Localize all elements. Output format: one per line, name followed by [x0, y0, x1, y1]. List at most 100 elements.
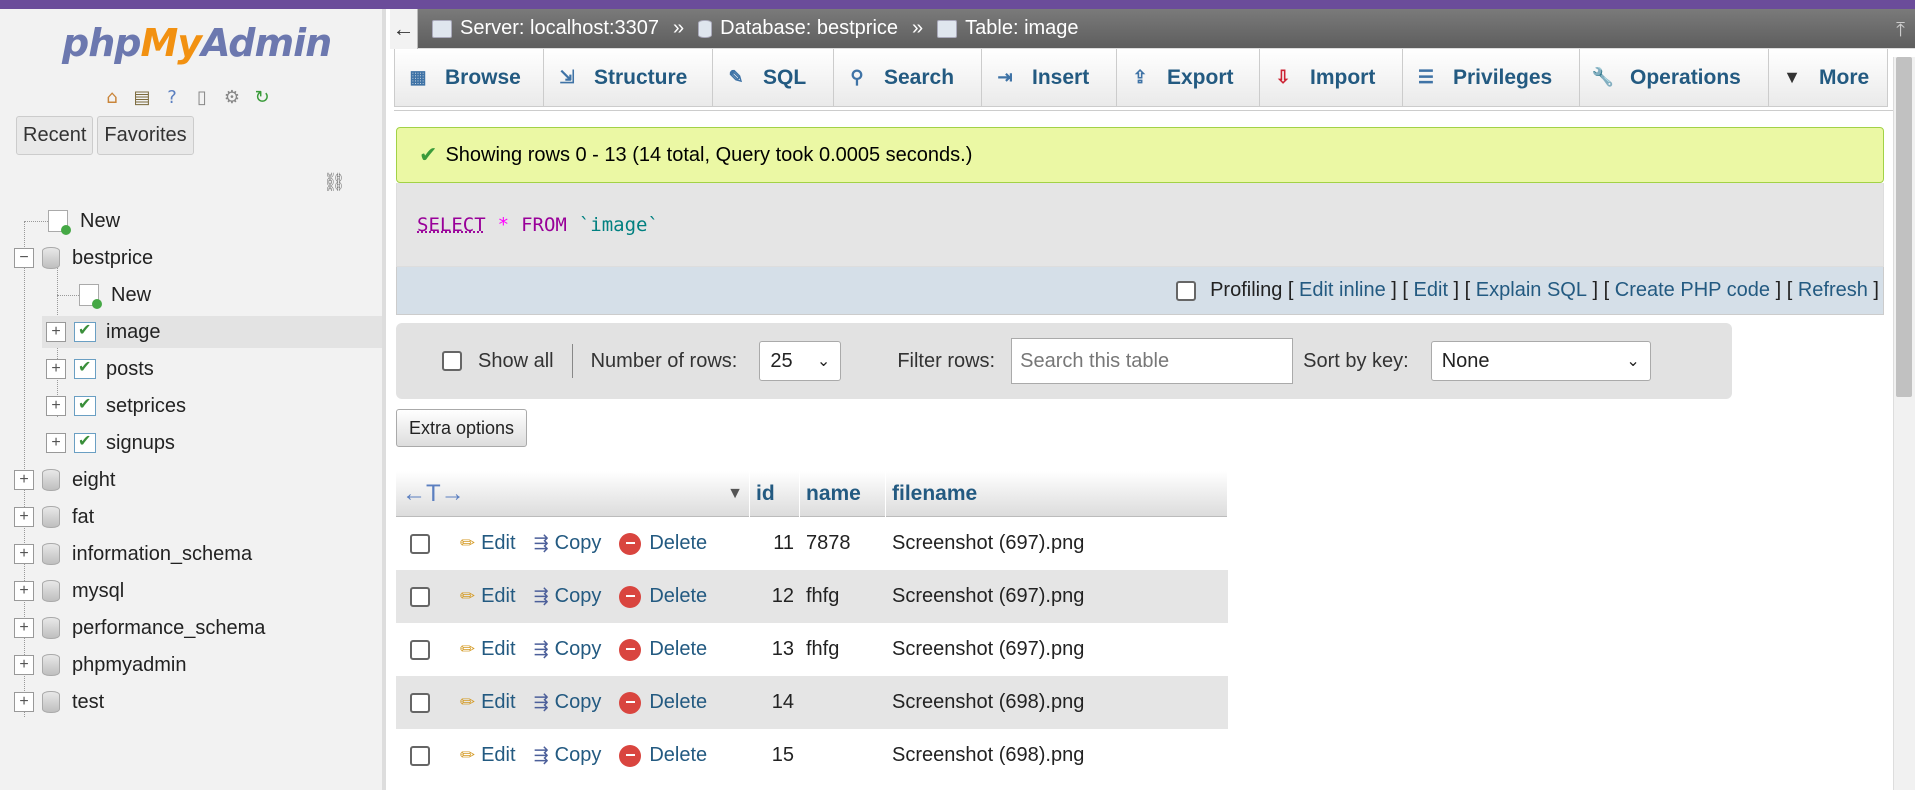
row-edit-button[interactable]: ✏ Edit: [460, 585, 516, 608]
collapse-sidebar-arrow-icon[interactable]: ←: [390, 8, 418, 49]
show-all-label[interactable]: Show all: [478, 350, 554, 373]
collapse-icon[interactable]: −: [14, 248, 34, 268]
row-edit-button[interactable]: ✏ Edit: [460, 744, 516, 767]
expand-icon[interactable]: +: [46, 359, 66, 379]
row-edit-button[interactable]: ✏ Edit: [460, 532, 516, 555]
tree-item-bestprice[interactable]: − bestprice: [14, 242, 153, 274]
row-edit-button[interactable]: ✏ Edit: [460, 691, 516, 714]
recent-tab[interactable]: Recent: [16, 116, 94, 155]
cell-filename[interactable]: Screenshot (697).png: [886, 638, 1228, 661]
expand-icon[interactable]: +: [14, 692, 34, 712]
row-select-checkbox[interactable]: [410, 586, 430, 607]
cell-filename[interactable]: Screenshot (697).png: [886, 585, 1228, 608]
column-arrows-icon[interactable]: ←T→: [402, 480, 465, 508]
scrollbar-thumb[interactable]: [1896, 57, 1912, 397]
breadcrumb-server[interactable]: Server: localhost:3307: [432, 17, 659, 40]
reload-icon[interactable]: ↻: [250, 85, 274, 109]
expand-icon[interactable]: +: [14, 618, 34, 638]
sort-by-key-select[interactable]: None ⌄: [1430, 341, 1651, 381]
tree-item-new[interactable]: New: [24, 205, 120, 237]
column-options-dropdown-icon[interactable]: ▼: [727, 485, 743, 503]
cell-filename[interactable]: Screenshot (698).png: [886, 744, 1228, 767]
row-edit-button[interactable]: ✏ Edit: [460, 638, 516, 661]
tree-item-table-image[interactable]: + image: [42, 316, 382, 348]
row-copy-button[interactable]: ⇶ Copy: [534, 585, 602, 608]
edit-link[interactable]: Edit: [1414, 279, 1448, 302]
tree-item-performance-schema[interactable]: + performance_schema: [14, 612, 265, 644]
edit-inline-link[interactable]: Edit inline: [1299, 279, 1386, 302]
breadcrumb-database[interactable]: Database: bestprice: [698, 17, 898, 40]
expand-icon[interactable]: +: [46, 322, 66, 342]
docs-icon[interactable]: ▯: [190, 85, 214, 109]
tree-item-fat[interactable]: + fat: [14, 501, 94, 533]
tree-item-bestprice-new[interactable]: New: [57, 279, 151, 311]
cell-filename[interactable]: Screenshot (698).png: [886, 691, 1228, 714]
expand-icon[interactable]: +: [14, 581, 34, 601]
tab-privileges[interactable]: ☰ Privileges: [1402, 49, 1580, 107]
row-select-checkbox[interactable]: [410, 745, 430, 766]
tab-insert[interactable]: ⇥ Insert: [981, 49, 1117, 107]
tree-item-eight[interactable]: + eight: [14, 464, 115, 496]
row-delete-button[interactable]: − Delete: [619, 585, 707, 608]
tree-item-information-schema[interactable]: + information_schema: [14, 538, 252, 570]
tab-structure[interactable]: ⇲ Structure: [543, 49, 713, 107]
cell-name[interactable]: 7878: [800, 532, 886, 555]
refresh-link[interactable]: Refresh: [1798, 279, 1868, 302]
favorites-tab[interactable]: Favorites: [97, 116, 194, 155]
row-delete-button[interactable]: − Delete: [619, 532, 707, 555]
row-delete-button[interactable]: − Delete: [619, 638, 707, 661]
phpmyadmin-logo[interactable]: phpMyAdmin: [62, 21, 332, 65]
tree-item-phpmyadmin[interactable]: + phpmyadmin: [14, 649, 187, 681]
create-php-code-link[interactable]: Create PHP code: [1615, 279, 1770, 302]
expand-icon[interactable]: +: [46, 396, 66, 416]
tab-more[interactable]: ▼ More: [1768, 49, 1888, 107]
help-icon[interactable]: ?: [160, 85, 184, 109]
profiling-checkbox[interactable]: [1176, 280, 1197, 301]
cell-filename[interactable]: Screenshot (697).png: [886, 532, 1228, 555]
breadcrumb-table[interactable]: Table: image: [937, 17, 1079, 40]
expand-icon[interactable]: +: [14, 544, 34, 564]
home-icon[interactable]: ⌂: [100, 85, 124, 109]
explain-sql-link[interactable]: Explain SQL: [1476, 279, 1587, 302]
tree-item-mysql[interactable]: + mysql: [14, 575, 124, 607]
sql-keyword-select[interactable]: SELECT: [417, 214, 486, 236]
tree-item-table-setprices[interactable]: + setprices: [46, 390, 186, 422]
cell-id[interactable]: 12: [750, 585, 800, 608]
tab-search[interactable]: ⚲ Search: [833, 49, 982, 107]
row-delete-button[interactable]: − Delete: [619, 744, 707, 767]
column-header-filename[interactable]: filename: [886, 470, 1228, 517]
expand-icon[interactable]: +: [14, 470, 34, 490]
tab-browse[interactable]: ▦ Browse: [394, 49, 544, 107]
cell-id[interactable]: 15: [750, 744, 800, 767]
show-all-checkbox[interactable]: [442, 351, 462, 371]
extra-options-button[interactable]: Extra options: [396, 409, 528, 447]
tree-item-table-posts[interactable]: + posts: [46, 353, 154, 385]
settings-gear-icon[interactable]: ⚙: [220, 85, 244, 109]
expand-icon[interactable]: +: [14, 507, 34, 527]
column-header-id[interactable]: id: [750, 470, 800, 517]
tree-item-table-signups[interactable]: + signups: [46, 427, 175, 459]
cell-name[interactable]: fhfg: [800, 638, 886, 661]
tab-sql[interactable]: ✎ SQL: [712, 49, 834, 107]
tab-operations[interactable]: 🔧 Operations: [1579, 49, 1769, 107]
link-with-main-panel-icon[interactable]: ⛓: [323, 172, 346, 193]
row-delete-button[interactable]: − Delete: [619, 691, 707, 714]
cell-name[interactable]: fhfg: [800, 585, 886, 608]
filter-rows-input[interactable]: Search this table: [1011, 338, 1294, 384]
row-copy-button[interactable]: ⇶ Copy: [534, 691, 602, 714]
cell-id[interactable]: 13: [750, 638, 800, 661]
tab-import[interactable]: ⇩ Import: [1259, 49, 1403, 107]
cell-id[interactable]: 14: [750, 691, 800, 714]
row-copy-button[interactable]: ⇶ Copy: [534, 638, 602, 661]
row-select-checkbox[interactable]: [410, 533, 430, 554]
scroll-to-top-icon[interactable]: ⤒: [1896, 19, 1905, 42]
logout-icon[interactable]: ▤: [130, 85, 154, 109]
cell-id[interactable]: 11: [750, 532, 800, 555]
tree-item-test[interactable]: + test: [14, 686, 104, 718]
row-copy-button[interactable]: ⇶ Copy: [534, 532, 602, 555]
tab-export[interactable]: ⇪ Export: [1116, 49, 1260, 107]
row-select-checkbox[interactable]: [410, 639, 430, 660]
expand-icon[interactable]: +: [46, 433, 66, 453]
row-copy-button[interactable]: ⇶ Copy: [534, 744, 602, 767]
column-header-name[interactable]: name: [800, 470, 886, 517]
